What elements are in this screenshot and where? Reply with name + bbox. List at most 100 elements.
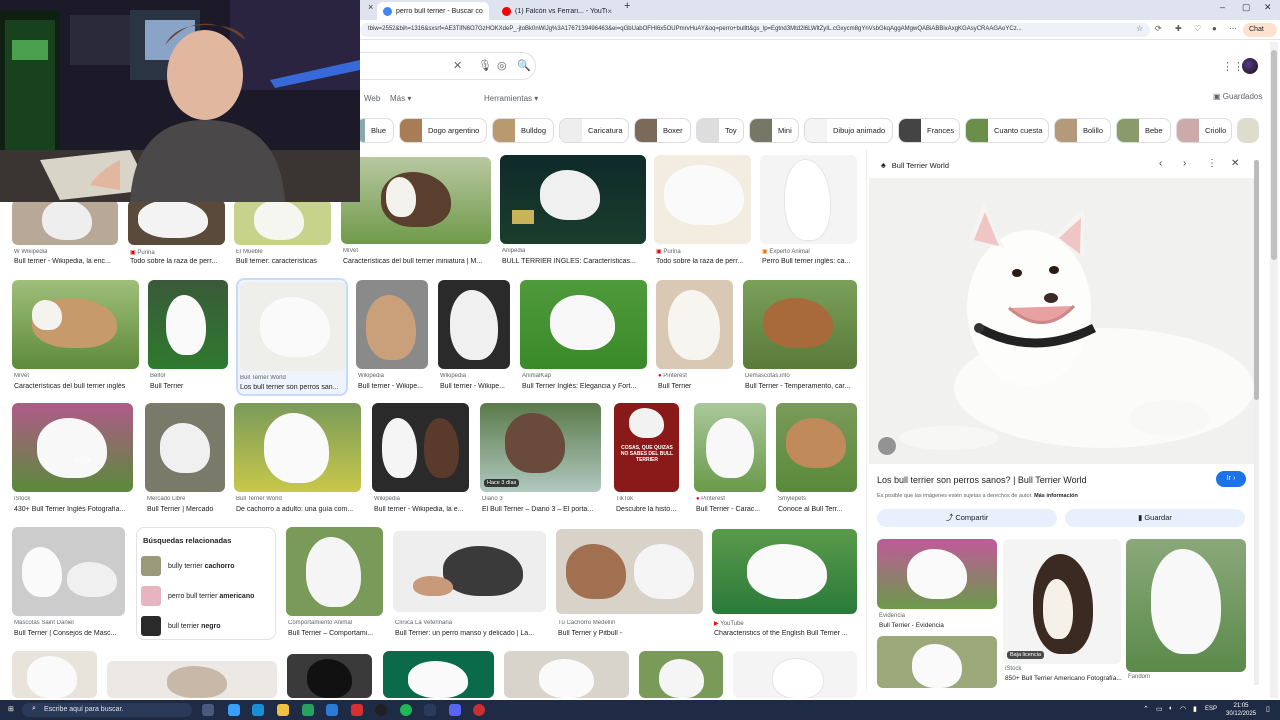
steam-icon[interactable] xyxy=(424,704,436,716)
language-indicator[interactable]: ESP xyxy=(1205,706,1217,712)
url-field[interactable]: tbiw=2552&bih=1316&sxsrf=AE3TifN6O7GzHOK… xyxy=(360,23,1150,37)
network-icon[interactable]: ▭ xyxy=(1156,705,1163,713)
related-item[interactable]: bully terrier cachorro xyxy=(141,554,271,578)
result-title[interactable]: Bull terrier - Wikipedia, la enc... xyxy=(14,258,118,265)
battery-icon[interactable]: ▮ xyxy=(1193,705,1197,713)
result-card[interactable] xyxy=(12,651,97,698)
related-item[interactable]: perro bull terrier americano xyxy=(141,584,271,608)
result-card[interactable]: Bull Terrier World De cachorro a adulto:… xyxy=(234,403,361,518)
close-tab-icon[interactable]: × xyxy=(607,7,612,16)
microphone-icon[interactable]: 🎙 xyxy=(478,59,492,72)
panel-title[interactable]: Los bull terrier son perros sanos? | Bul… xyxy=(877,475,1087,485)
file-explorer-icon[interactable] xyxy=(277,704,289,716)
chip-blue[interactable]: Blue xyxy=(356,118,394,143)
close-tab-icon[interactable]: × xyxy=(368,2,373,12)
result-title[interactable]: Bull Terrier | Mercado xyxy=(147,506,225,513)
recording-icon[interactable] xyxy=(473,704,485,716)
result-title[interactable]: Bull Terrier xyxy=(658,383,733,390)
result-card[interactable]: AnimalKap Bull Terrier Inglés: Elegancia… xyxy=(520,280,647,395)
tools-button[interactable]: Herramientas ▾ xyxy=(484,94,538,103)
similar-result[interactable]: Fandom xyxy=(1126,539,1246,687)
next-icon[interactable]: › xyxy=(1183,158,1186,169)
result-card[interactable]: Wikipedia Bull terrier - Wikipedia, la e… xyxy=(372,403,469,518)
chip-bulldog[interactable]: Bulldog xyxy=(492,118,554,143)
extension-icon[interactable]: ⟳ xyxy=(1155,24,1162,33)
discord-icon[interactable] xyxy=(449,704,461,716)
chip-dogo-argentino[interactable]: Dogo argentino xyxy=(399,118,487,143)
copilot-icon[interactable] xyxy=(228,704,240,716)
volume-icon[interactable]: ◖ xyxy=(1168,705,1172,712)
lens-icon[interactable]: ◎ xyxy=(497,59,507,72)
result-title[interactable]: BULL TERRIER INGLÉS: Características... xyxy=(502,258,646,265)
edge-icon[interactable] xyxy=(252,704,264,716)
result-title[interactable]: Bull Terrier Inglés: Elegancia y Fort... xyxy=(522,383,647,390)
result-card[interactable]: Tu Cachorro Medellín Bull Terrier y Pitb… xyxy=(556,529,703,642)
star-icon[interactable]: ☆ xyxy=(1136,24,1143,33)
related-item[interactable]: bull terrier negro xyxy=(141,614,271,638)
maximize-icon[interactable]: ▢ xyxy=(1242,2,1251,13)
result-title[interactable]: Bull Terrier xyxy=(150,383,228,390)
save-button[interactable]: ▮ Guardar xyxy=(1065,509,1245,527)
windows-start-icon[interactable]: ⊞ xyxy=(8,705,14,713)
result-title[interactable]: Bull Terrier | Consejos de Masc... xyxy=(14,630,125,637)
preview-image[interactable] xyxy=(869,178,1255,464)
new-tab-icon[interactable]: + xyxy=(624,0,630,12)
chip-more[interactable] xyxy=(1237,118,1259,143)
chip-bebe[interactable]: Bebe xyxy=(1116,118,1171,143)
result-card[interactable]: El Mueble Bull terrier: características xyxy=(234,200,331,272)
result-title[interactable]: De cachorro a adulto: una guía com... xyxy=(236,506,361,513)
chat-button[interactable]: Chat xyxy=(1243,23,1277,37)
clock[interactable]: 21:05 30/12/2025 xyxy=(1226,702,1256,718)
minimize-icon[interactable]: – xyxy=(1220,2,1225,12)
similar-result[interactable]: Baja licencia iStock 850+ Bull Terrier A… xyxy=(1003,539,1122,687)
result-card[interactable] xyxy=(733,651,857,698)
close-window-icon[interactable]: ✕ xyxy=(1264,2,1272,13)
result-card[interactable] xyxy=(504,651,629,698)
result-title[interactable]: Bull Terrier – Comportami... xyxy=(288,630,383,637)
close-icon[interactable]: ✕ xyxy=(1231,158,1239,169)
result-card-selected[interactable]: Bull Terrier World Los bull terrier son … xyxy=(236,278,348,396)
result-card[interactable]: ● Pinterest Bull Terrier - Carac... xyxy=(694,403,766,518)
panel-scrollbar[interactable] xyxy=(1254,160,1259,685)
more-options-icon[interactable]: ⋮ xyxy=(1207,158,1217,169)
profile-icon[interactable]: ● xyxy=(1212,24,1217,33)
result-card[interactable]: ▣ Purina Todo sobre la raza de perr... xyxy=(128,200,225,272)
result-card[interactable] xyxy=(287,654,372,698)
result-card[interactable]: COSAS, QUE QUIZAS NO SABES DEL BULL TERR… xyxy=(614,403,679,518)
share-button[interactable]: ⤴ Compartir xyxy=(877,509,1057,527)
result-card[interactable]: Hace 3 días Diario 3 El Bull Terrier – D… xyxy=(480,403,601,518)
chip-caricatura[interactable]: Caricatura xyxy=(559,118,629,143)
result-card[interactable] xyxy=(639,651,723,698)
favorites-icon[interactable]: ♡ xyxy=(1194,24,1201,33)
result-card[interactable]: W Wikipedia Bull terrier - Wikipedia, la… xyxy=(12,200,118,272)
result-card[interactable]: ● Pinterest Bull Terrier xyxy=(656,280,733,395)
chip-dibujo-animado[interactable]: Dibujo animado xyxy=(804,118,893,143)
search-icon[interactable]: 🔍 xyxy=(517,59,531,72)
tray-chevron-icon[interactable]: ⌃ xyxy=(1143,705,1149,713)
result-card[interactable]: Comportamiento Animal Bull Terrier – Com… xyxy=(286,527,383,642)
avatar[interactable] xyxy=(1242,58,1258,74)
result-title[interactable]: Bull terrier: características xyxy=(236,258,331,265)
tab-more[interactable]: Más ▾ xyxy=(390,94,411,103)
result-card[interactable]: Mascotas Saint Daniel Bull Terrier | Con… xyxy=(12,527,125,642)
result-card[interactable]: Wikipedia Bull terrier - Wikipe... xyxy=(356,280,428,395)
store-icon[interactable] xyxy=(302,704,314,716)
mail-icon[interactable] xyxy=(326,704,338,716)
result-title[interactable]: Bull terrier - Wikipe... xyxy=(358,383,428,390)
result-title[interactable]: Los bull terrier son perros san... xyxy=(240,384,344,391)
obs-icon[interactable] xyxy=(375,704,387,716)
page-scrollbar[interactable] xyxy=(1270,42,1278,698)
tab-web[interactable]: Web xyxy=(364,94,380,103)
similar-title[interactable]: 850+ Bull Terrier Americano Fotografía..… xyxy=(1005,675,1122,682)
result-card[interactable]: Wikipedia Bull terrier - Wikipe... xyxy=(438,280,510,395)
result-card[interactable]: Demascotas.info Bull Terrier - Temperame… xyxy=(743,280,857,395)
spotify-icon[interactable] xyxy=(400,704,412,716)
taskbar-search[interactable]: Escribe aquí para buscar. xyxy=(22,703,192,717)
similar-title[interactable]: Bull Terrier - Evidencia xyxy=(879,622,944,629)
saved-link[interactable]: ▣ Guardados xyxy=(1213,92,1262,101)
chip-criollo[interactable]: Criollo xyxy=(1176,118,1232,143)
wifi-icon[interactable]: ◠ xyxy=(1180,705,1186,713)
result-card[interactable]: Clínica La Veterinaria Bull Terrier: un … xyxy=(393,531,546,642)
result-title[interactable]: Bull Terrier y Pitbull - xyxy=(558,630,703,637)
chip-toy[interactable]: Toy xyxy=(696,118,744,143)
